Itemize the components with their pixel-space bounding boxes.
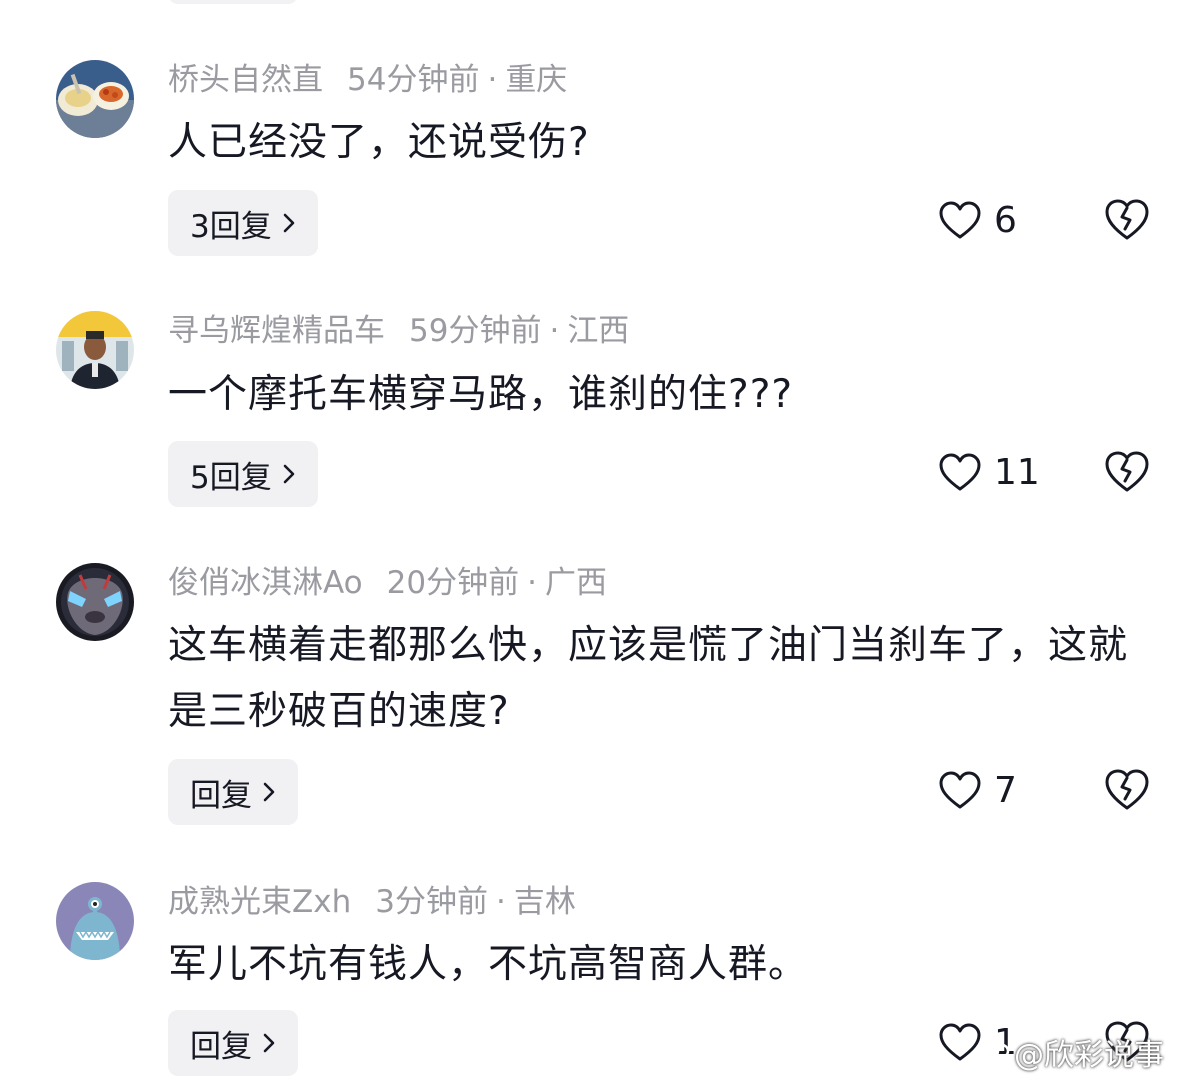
comment-text: 一个摩托车横穿马路，谁刹的住??? — [168, 372, 794, 417]
chevron-right-icon — [282, 212, 296, 234]
comment-text: 这车横着走都那么快，应该是慌了油门当刹车了，这就是三秒破百的速度? — [168, 623, 1129, 734]
heart-icon — [939, 771, 981, 808]
chevron-right-icon — [262, 1032, 276, 1054]
watermark-logo-icon — [984, 1035, 1010, 1070]
comment-time: 20分钟前 — [386, 565, 520, 601]
comment-time: 54分钟前 — [347, 62, 480, 98]
broken-heart-icon — [1105, 199, 1149, 240]
view-replies-button[interactable]: 回复 — [168, 759, 298, 825]
heart-icon — [939, 453, 981, 490]
dislike-button[interactable] — [1104, 768, 1150, 814]
like-count: 11 — [994, 452, 1040, 493]
chevron-right-icon — [262, 781, 276, 803]
comment-author[interactable]: 寻乌辉煌精品车 — [168, 313, 385, 349]
avatar-monster-cartoon[interactable] — [56, 882, 134, 960]
avatar-man-photo[interactable] — [56, 311, 134, 389]
like-button[interactable]: 6 — [938, 200, 1017, 241]
watermark: @欣彩说事 — [984, 1030, 1164, 1074]
meta-separator: · — [527, 565, 537, 601]
comment-time: 3分钟前 — [375, 884, 488, 920]
reply-label: 5回复 — [190, 459, 272, 496]
like-count: 6 — [994, 200, 1017, 241]
dislike-button[interactable] — [1104, 450, 1150, 496]
comment-text: 人已经没了，还说受伤? — [168, 120, 590, 165]
view-replies-button[interactable]: 3回复 — [168, 190, 318, 256]
comment-author[interactable]: 俊俏冰淇淋Ao — [168, 565, 363, 601]
comment-meta: 成熟光束Zxh 3分钟前 · 吉林 — [168, 882, 576, 922]
watermark-text: @欣彩说事 — [1014, 1038, 1164, 1073]
comment-location: 广西 — [544, 565, 607, 601]
reply-label: 3回复 — [190, 208, 272, 245]
heart-icon — [939, 1023, 981, 1060]
previous-reply-button-stub[interactable] — [168, 0, 298, 4]
reply-label: 回复 — [190, 777, 252, 814]
broken-heart-icon — [1105, 769, 1149, 810]
comment-location: 吉林 — [513, 884, 576, 920]
avatar-food-photo[interactable] — [56, 60, 134, 138]
meta-separator: · — [495, 884, 506, 920]
comment-author[interactable]: 成熟光束Zxh — [168, 884, 351, 920]
avatar-alien-photo[interactable] — [56, 563, 134, 641]
comment-meta: 寻乌辉煌精品车 59分钟前 · 江西 — [168, 311, 629, 351]
view-replies-button[interactable]: 5回复 — [168, 441, 318, 507]
like-button[interactable]: 7 — [938, 770, 1017, 811]
chevron-right-icon — [282, 463, 296, 485]
comment-text: 军儿不坑有钱人，不坑高智商人群。 — [168, 942, 809, 987]
comment-location: 重庆 — [505, 62, 568, 98]
reply-label: 回复 — [190, 1028, 252, 1065]
like-count: 7 — [994, 770, 1017, 811]
comment-meta: 桥头自然直 54分钟前 · 重庆 — [168, 60, 567, 100]
meta-separator: · — [487, 62, 498, 98]
view-replies-button[interactable]: 回复 — [168, 1010, 298, 1076]
dislike-button[interactable] — [1104, 198, 1150, 244]
meta-separator: · — [549, 313, 560, 349]
comment-time: 59分钟前 — [409, 313, 542, 349]
comment-location: 江西 — [567, 313, 630, 349]
comment-meta: 俊俏冰淇淋Ao 20分钟前 · 广西 — [168, 563, 607, 603]
comment-author[interactable]: 桥头自然直 — [168, 62, 323, 98]
broken-heart-icon — [1105, 451, 1149, 492]
heart-icon — [939, 201, 981, 238]
like-button[interactable]: 11 — [938, 452, 1040, 493]
